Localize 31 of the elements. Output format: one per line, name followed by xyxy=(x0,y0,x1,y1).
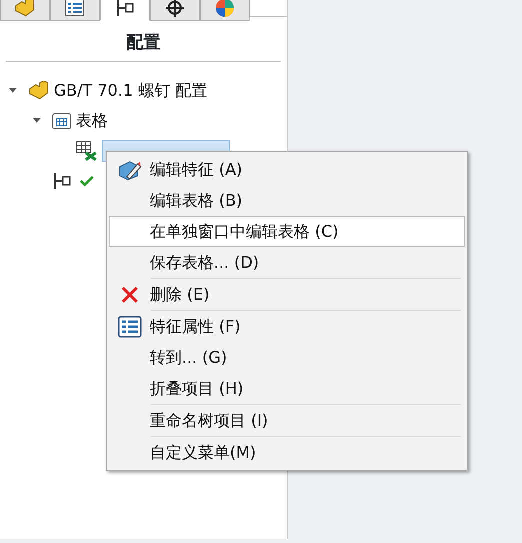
tree-item-label[interactable]: 表格 xyxy=(72,109,112,133)
crosshair-icon xyxy=(165,0,185,18)
config-tree-icon xyxy=(52,172,72,190)
config-tree-icon xyxy=(115,0,135,17)
color-wheel-icon xyxy=(215,0,235,18)
panel-tab[interactable] xyxy=(50,0,100,21)
part-icon xyxy=(14,0,36,18)
tree-item-label[interactable]: GB/T 70.1 螺钉 配置 xyxy=(50,79,212,103)
panel-tab[interactable] xyxy=(150,0,200,21)
properties-icon xyxy=(118,316,142,338)
menu-item[interactable]: 编辑特征 (A) xyxy=(109,154,465,185)
menu-item[interactable]: 在单独窗口中编辑表格 (C) xyxy=(109,216,465,247)
check-icon xyxy=(80,175,94,187)
expand-arrow-icon[interactable] xyxy=(32,117,42,125)
panel-tab[interactable] xyxy=(100,0,150,21)
delete-icon xyxy=(120,284,140,304)
menu-item[interactable]: 删除 (E) xyxy=(109,279,465,310)
menu-item[interactable]: 自定义菜单(M) xyxy=(109,437,465,468)
menu-item[interactable]: 重命名树项目 (I) xyxy=(109,405,465,436)
menu-item[interactable]: 编辑表格 (B) xyxy=(109,185,465,216)
design-table-icon xyxy=(76,141,98,161)
menu-item[interactable]: 折叠项目 (H) xyxy=(109,373,465,404)
expand-arrow-icon[interactable] xyxy=(8,87,18,95)
panel-title: 配置 xyxy=(126,32,162,55)
menu-item[interactable]: 特征属性 (F) xyxy=(109,311,465,342)
list-icon xyxy=(65,0,85,17)
edit-feature-icon xyxy=(118,158,142,180)
part-icon xyxy=(28,81,50,101)
menu-item[interactable]: 转到... (G) xyxy=(109,342,465,373)
table-folder-icon xyxy=(52,112,72,130)
menu-item[interactable]: 保存表格... (D) xyxy=(109,247,465,278)
